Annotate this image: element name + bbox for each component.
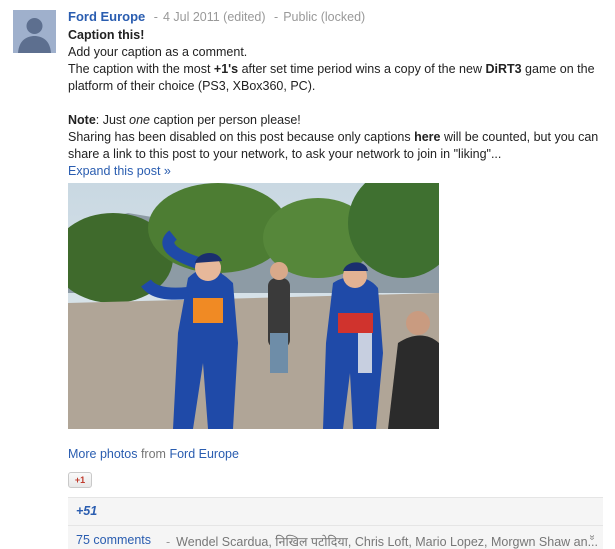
header-separator: - (153, 10, 158, 24)
post-header: Ford Europe -4 Jul 2011 (edited) - Public… (68, 8, 608, 26)
post-photo[interactable] (68, 183, 439, 429)
author-name[interactable]: Ford Europe (68, 9, 145, 24)
post-content: Ford Europe -4 Jul 2011 (edited) - Public… (68, 8, 608, 180)
post-line: The caption with the most +1's after set… (68, 62, 595, 93)
more-photos-from: from (137, 447, 170, 461)
comments-count-link[interactable]: 75 comments (76, 533, 151, 547)
post-title: Caption this! (68, 28, 145, 42)
more-photos: More photos from Ford Europe (68, 446, 239, 463)
photos-source-link[interactable]: Ford Europe (169, 447, 238, 461)
chevron-down-icon[interactable]: » (586, 535, 597, 541)
sharing-notice: Sharing has been disabled on this post b… (68, 130, 599, 161)
expand-post-link[interactable]: Expand this post » (68, 164, 171, 178)
note-line: Note: Just one caption per person please… (68, 113, 301, 127)
avatar[interactable] (13, 10, 56, 53)
header-separator: - (274, 10, 279, 24)
post-line: Add your caption as a comment. (68, 45, 248, 59)
more-photos-link[interactable]: More photos (68, 447, 137, 461)
visibility-label[interactable]: Public (locked) (283, 10, 365, 24)
comments-bar[interactable]: 75 comments - Wendel Scardua, निखिल पटोदि… (68, 526, 603, 549)
post-date[interactable]: 4 Jul 2011 (edited) (163, 10, 266, 24)
plus-one-button[interactable]: +1 (68, 472, 92, 488)
post-body: Caption this! Add your caption as a comm… (68, 27, 608, 180)
commenter-names: - Wendel Scardua, निखिल पटोदिया, Chris Lo… (166, 535, 599, 549)
plus-one-count[interactable]: +51 (76, 504, 97, 518)
plus-one-bar: +51 (68, 498, 603, 525)
